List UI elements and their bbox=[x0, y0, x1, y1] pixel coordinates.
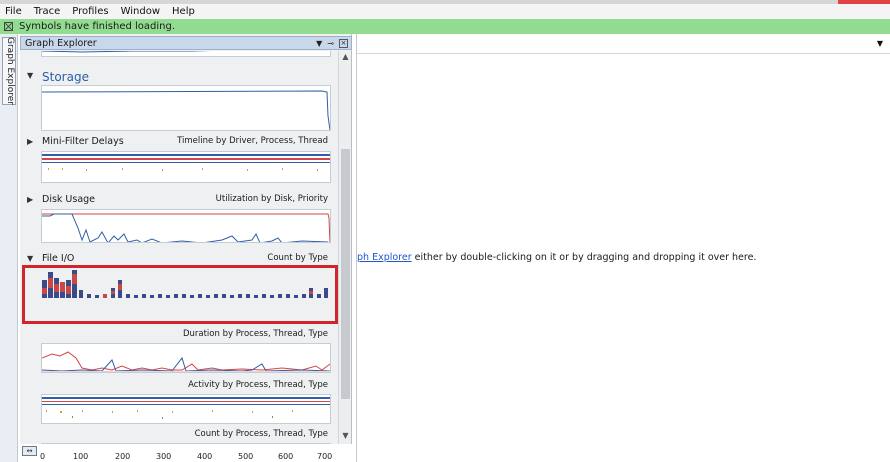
panel-vertical-scrollbar[interactable]: ▲ ▼ bbox=[338, 51, 351, 444]
graph-list: ▼ Storage ▶ Mini-Filter Delays Timeline … bbox=[20, 51, 338, 444]
graph-view-label: Count by Type bbox=[267, 253, 328, 263]
activity-graph-preview[interactable] bbox=[41, 394, 331, 424]
axis-tick: 0 bbox=[40, 452, 46, 461]
graph-card-header: ▼ File I/O Count by Type bbox=[24, 252, 334, 266]
panel-dropdown-icon[interactable]: ▼ bbox=[316, 39, 322, 48]
graph-name: File I/O bbox=[42, 253, 75, 264]
disk-usage-graph-preview[interactable] bbox=[41, 209, 331, 243]
collapse-triangle-icon[interactable]: ▼ bbox=[27, 254, 33, 263]
zoom-fit-icon[interactable]: ↔ bbox=[22, 446, 37, 456]
axis-tick: 400 bbox=[197, 452, 213, 461]
partial-graph-svg bbox=[42, 51, 213, 53]
graph-card-header: ▶ Mini-Filter Delays Timeline by Driver,… bbox=[24, 135, 334, 149]
graph-card-header: Activity by Process, Thread, Type bbox=[24, 379, 334, 393]
graph-view-label: Duration by Process, Thread, Type bbox=[182, 329, 328, 339]
activity-graph-svg bbox=[42, 397, 330, 419]
graph-view-label: Activity by Process, Thread, Type bbox=[188, 380, 328, 390]
graph-card-header: Duration by Process, Thread, Type bbox=[24, 328, 334, 342]
partial-graph-preview[interactable] bbox=[41, 51, 331, 57]
graph-card-header: ▼ Storage bbox=[24, 69, 334, 84]
status-bar: Symbols have finished loading. bbox=[0, 19, 890, 34]
mini-filter-graph-svg bbox=[42, 154, 330, 171]
storage-graph-preview[interactable] bbox=[41, 85, 331, 131]
graph-view-label: Utilization by Disk, Priority bbox=[215, 194, 328, 204]
menu-window[interactable]: Window bbox=[121, 6, 160, 17]
menu-profiles[interactable]: Profiles bbox=[72, 6, 108, 17]
graph-card-header: Count by Process, Thread, Type bbox=[24, 428, 334, 442]
drop-hint-message: ph Explorer either by double-clicking on… bbox=[357, 252, 756, 263]
panel-header: Graph Explorer ▼ ⊸ × bbox=[20, 36, 352, 50]
duration-graph-preview[interactable] bbox=[41, 343, 331, 373]
status-message: Symbols have finished loading. bbox=[19, 21, 176, 32]
tab-list-dropdown-icon[interactable]: ▼ bbox=[877, 39, 883, 48]
side-tab-strip: Graph Explorer bbox=[0, 34, 18, 462]
graph-explorer-link[interactable]: ph Explorer bbox=[357, 252, 412, 263]
graph-name: Mini-Filter Delays bbox=[42, 136, 124, 147]
timeline-axis: ↔ 0 100 200 300 400 500 600 700 bbox=[20, 444, 352, 462]
menu-bar: File Trace Profiles Window Help bbox=[0, 4, 890, 19]
graph-explorer-side-tab[interactable]: Graph Explorer bbox=[2, 37, 16, 105]
scrollbar-thumb[interactable] bbox=[341, 149, 350, 399]
axis-tick: 600 bbox=[278, 452, 294, 461]
axis-tick: 500 bbox=[238, 452, 254, 461]
graph-name: Storage bbox=[42, 70, 89, 84]
panel-title: Graph Explorer bbox=[25, 37, 97, 49]
expand-triangle-icon[interactable]: ▶ bbox=[27, 195, 33, 204]
pin-icon[interactable]: ⊸ bbox=[327, 39, 334, 48]
graph-explorer-panel: Graph Explorer ▼ ⊸ × ▼ Storage ▶ Mini-Fi… bbox=[20, 34, 352, 462]
app-window: File Trace Profiles Window Help Symbols … bbox=[0, 0, 890, 462]
graph-view-label: Count by Process, Thread, Type bbox=[194, 429, 328, 439]
analysis-drop-area[interactable]: ▼ ph Explorer either by double-clicking … bbox=[356, 34, 890, 462]
menu-file[interactable]: File bbox=[5, 6, 22, 17]
storage-graph-svg bbox=[42, 90, 330, 130]
menu-trace[interactable]: Trace bbox=[34, 6, 61, 17]
menu-help[interactable]: Help bbox=[172, 6, 195, 17]
disk-usage-graph-svg bbox=[42, 213, 330, 242]
analysis-tab-strip: ▼ bbox=[357, 34, 890, 54]
side-tab-label: Graph Explorer bbox=[5, 37, 15, 105]
drop-hint-text: either by double-clicking on it or by dr… bbox=[411, 252, 757, 263]
axis-tick: 700 bbox=[317, 452, 333, 461]
graph-card-header: ▶ Disk Usage Utilization by Disk, Priori… bbox=[24, 193, 334, 207]
collapse-triangle-icon[interactable]: ▼ bbox=[27, 71, 33, 80]
close-icon[interactable]: × bbox=[339, 38, 348, 48]
panel-controls: ▼ ⊸ × bbox=[316, 37, 348, 49]
duration-graph-svg bbox=[42, 351, 330, 372]
axis-tick: 100 bbox=[73, 452, 89, 461]
graph-name: Disk Usage bbox=[42, 194, 96, 205]
scroll-down-icon[interactable]: ▼ bbox=[339, 431, 352, 443]
expand-triangle-icon[interactable]: ▶ bbox=[27, 137, 33, 146]
dismiss-status-icon[interactable] bbox=[4, 22, 13, 31]
scroll-up-icon[interactable]: ▲ bbox=[339, 52, 352, 64]
file-io-graph-svg bbox=[42, 270, 328, 298]
mini-filter-graph-preview[interactable] bbox=[41, 151, 331, 183]
graph-view-label: Timeline by Driver, Process, Thread bbox=[177, 136, 328, 146]
file-io-graph-preview[interactable] bbox=[41, 268, 331, 304]
axis-tick: 300 bbox=[156, 452, 172, 461]
axis-tick: 200 bbox=[115, 452, 131, 461]
